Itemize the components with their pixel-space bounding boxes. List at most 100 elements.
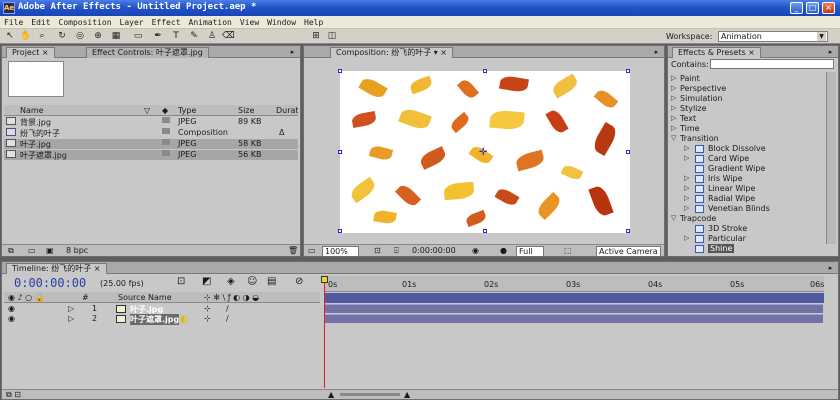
selection-tool-icon[interactable]: ↖ — [4, 30, 16, 42]
effect-item[interactable]: ▷ Card Wipe — [670, 154, 826, 164]
effects-category[interactable]: ▷ Perspective — [670, 84, 826, 94]
layer-row[interactable]: ◉ ▷ 2 叶子遮罩.jpg ◐ ⊹ / — [4, 314, 320, 325]
project-item[interactable]: 叶子.jpg JPEG 58 KB — [4, 139, 298, 149]
safe-zones-icon[interactable]: ⊡ — [374, 246, 381, 255]
current-time-indicator[interactable] — [324, 276, 325, 388]
maximize-button[interactable]: □ — [806, 2, 819, 14]
transform-handle[interactable] — [483, 229, 487, 233]
layer-name[interactable]: 叶子遮罩.jpg — [130, 314, 180, 325]
col-type[interactable]: Type — [178, 106, 196, 115]
draft-3d-icon[interactable]: ◈ — [227, 276, 235, 287]
rectangle-mask-tool-icon[interactable]: ▭ — [132, 30, 144, 42]
effect-item[interactable]: ▷ Venetian Blinds — [670, 204, 826, 214]
chevron-down-icon[interactable]: ▽ — [144, 106, 150, 115]
layer-duration-bar[interactable] — [325, 304, 823, 313]
snapshot-icon[interactable]: ◉ — [472, 246, 479, 255]
transform-handle[interactable] — [338, 69, 342, 73]
expand-icon[interactable]: ▷ — [68, 314, 74, 323]
label-column-icon[interactable]: ◆ — [162, 106, 168, 115]
interpret-footage-icon[interactable]: ⧉ — [8, 246, 14, 256]
effects-category[interactable]: ▷ Paint — [670, 74, 826, 84]
zoom-in-icon[interactable]: ▲ — [404, 390, 410, 399]
brush-tool-icon[interactable]: ✎ — [188, 30, 200, 42]
layer-duration-bar[interactable] — [325, 314, 823, 323]
menu-view[interactable]: View — [236, 16, 263, 29]
quality-switch-icon[interactable]: / — [226, 304, 229, 313]
transform-handle[interactable] — [626, 229, 630, 233]
axis-mode-icon[interactable]: ⊞ — [310, 30, 322, 42]
toggle-switches-icon[interactable]: ⧉ ⊡ — [6, 390, 21, 400]
timeline-timecode[interactable]: 0:00:00:00 — [14, 276, 86, 290]
text-tool-icon[interactable]: T — [170, 30, 182, 42]
quality-switch-icon[interactable]: / — [226, 314, 229, 323]
menu-layer[interactable]: Layer — [116, 16, 148, 29]
panel-menu-icon[interactable]: ▸ — [826, 48, 835, 56]
comp-mini-flowchart-icon[interactable]: ⊡ — [177, 276, 185, 287]
work-area-bar[interactable] — [324, 293, 824, 303]
effect-item[interactable]: 3D Stroke — [670, 224, 826, 234]
minimize-button[interactable]: _ — [790, 2, 803, 14]
effect-item[interactable]: ▷ Linear Wipe — [670, 184, 826, 194]
effect-item[interactable]: Gradient Wipe — [670, 164, 826, 174]
eye-icon[interactable]: ◉ — [8, 314, 15, 323]
project-item[interactable]: 叶子遮罩.jpg JPEG 56 KB — [4, 150, 298, 160]
layer-switch-icon[interactable]: ⊹ — [204, 314, 211, 323]
motion-blur-icon[interactable]: ⊘ — [295, 276, 303, 287]
effects-category-trapcode[interactable]: ▽ Trapcode — [670, 214, 826, 224]
anchor-point-icon[interactable]: ✛ — [479, 147, 487, 158]
effects-category[interactable]: ▷ Text — [670, 114, 826, 124]
live-update-icon[interactable]: ◩ — [202, 276, 211, 287]
zoom-dropdown[interactable]: 100% — [322, 246, 359, 256]
project-item[interactable]: 背景.jpg JPEG 89 KB — [4, 117, 298, 127]
track-xy-tool-icon[interactable]: ⊕ — [92, 30, 104, 42]
color-channel-icon[interactable]: ● — [500, 246, 507, 255]
rotate-tool-icon[interactable]: ↻ — [56, 30, 68, 42]
orbit-camera-tool-icon[interactable]: ◎ — [74, 30, 86, 42]
source-name-header[interactable]: Source Name — [118, 293, 172, 302]
menu-file[interactable]: File — [0, 16, 27, 29]
layer-switch-icon[interactable]: ⊹ — [204, 304, 211, 313]
tab-project[interactable]: Project × — [6, 47, 55, 58]
playhead-handle[interactable] — [321, 276, 328, 283]
effects-category[interactable]: ▷ Time — [670, 124, 826, 134]
zoom-tool-icon[interactable]: ⌕ — [36, 30, 48, 42]
tab-timeline[interactable]: Timeline: 纷飞的叶子 × — [6, 263, 107, 274]
effect-item-selected[interactable]: Shine — [670, 244, 826, 254]
zoom-out-icon[interactable]: ▲ — [328, 390, 334, 399]
contains-search-input[interactable] — [710, 59, 834, 69]
trash-icon[interactable]: 🗑 — [288, 246, 298, 255]
region-of-interest-icon[interactable]: ⬚ — [564, 246, 572, 255]
camera-icon[interactable]: ⌹ — [394, 246, 399, 256]
layer-row[interactable]: ◉ ▷ 1 叶子.jpg ⊹ / — [4, 304, 320, 314]
effects-category[interactable]: ▷ Simulation — [670, 94, 826, 104]
menu-edit[interactable]: Edit — [27, 16, 54, 29]
frame-blending-icon[interactable]: ▤ — [267, 276, 276, 287]
preview-toggle-icon[interactable]: ▭ — [308, 246, 316, 255]
world-axis-icon[interactable]: ◫ — [326, 30, 338, 42]
menu-window[interactable]: Window — [263, 16, 300, 29]
tab-composition[interactable]: Composition: 纷飞的叶子 ▾ × — [330, 47, 454, 58]
av-features-icon[interactable]: ◉ ♪ ○ 🔒 — [8, 293, 45, 302]
new-folder-icon[interactable]: ▭ — [28, 246, 36, 255]
workspace-dropdown[interactable]: Animation ▼ — [718, 31, 828, 42]
effects-category[interactable]: ▷ Stylize — [670, 104, 826, 114]
switches-header-icon[interactable]: ⊹ ✻ \ ƒ ◐ ◑ ◒ — [204, 293, 259, 302]
effects-category-transition[interactable]: ▽ Transition — [670, 134, 826, 144]
current-time-display[interactable]: 0:00:00:00 — [412, 246, 456, 255]
resolution-dropdown[interactable]: Full — [516, 246, 544, 256]
panel-menu-icon[interactable]: ▸ — [826, 264, 835, 272]
panel-menu-icon[interactable]: ▸ — [288, 48, 297, 56]
col-duration[interactable]: Durat — [276, 106, 299, 115]
transform-handle[interactable] — [626, 69, 630, 73]
menu-composition[interactable]: Composition — [55, 16, 116, 29]
effect-item[interactable]: ▷ Particular — [670, 234, 826, 244]
transform-handle[interactable] — [338, 150, 342, 154]
col-size[interactable]: Size — [238, 106, 254, 115]
menu-effect[interactable]: Effect — [148, 16, 185, 29]
bpc-label[interactable]: 8 bpc — [66, 246, 88, 255]
eraser-tool-icon[interactable]: ⌫ — [222, 30, 235, 42]
transform-handle[interactable] — [338, 229, 342, 233]
composition-viewer[interactable]: ✛ — [338, 69, 630, 233]
eye-icon[interactable]: ◉ — [8, 304, 15, 313]
time-ruler[interactable]: 0s 01s 02s 03s 04s 05s 06s — [324, 276, 824, 292]
